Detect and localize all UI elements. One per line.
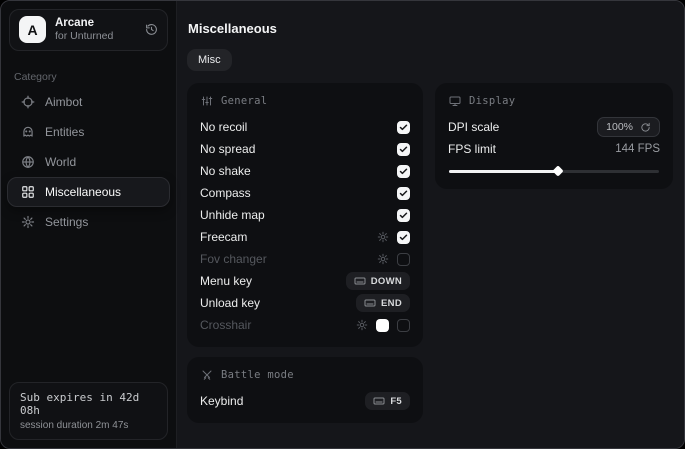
- unload-key-keybind[interactable]: END: [356, 294, 410, 312]
- freecam-gear-icon[interactable]: [377, 231, 389, 243]
- gear-icon: [21, 215, 35, 229]
- keyboard-icon: [354, 275, 366, 287]
- sidebar-item-label: Miscellaneous: [45, 185, 121, 199]
- swords-icon: [201, 369, 213, 381]
- setting-row: DPI scale 100%: [448, 116, 660, 138]
- session-duration-text: session duration 2m 47s: [20, 420, 157, 431]
- entities-icon: [21, 125, 35, 139]
- setting-label: FPS limit: [448, 142, 496, 156]
- brand-name: Arcane: [55, 16, 136, 30]
- setting-label: No recoil: [200, 120, 247, 134]
- monitor-icon: [449, 95, 461, 107]
- crosshair-checkbox[interactable]: [397, 319, 410, 332]
- compass-checkbox[interactable]: [397, 187, 410, 200]
- setting-label: No spread: [200, 142, 255, 156]
- setting-row: No shake: [200, 160, 410, 182]
- grid-icon: [21, 185, 35, 199]
- fps-limit-slider[interactable]: [449, 167, 659, 176]
- setting-row: Crosshair: [200, 314, 410, 336]
- menu-key-keybind[interactable]: DOWN: [346, 272, 410, 290]
- history-icon[interactable]: [145, 23, 158, 36]
- setting-row: Unload key END: [200, 292, 410, 314]
- setting-label: Compass: [200, 186, 251, 200]
- setting-row: Compass: [200, 182, 410, 204]
- brand-subtitle: for Unturned: [55, 30, 136, 43]
- setting-label: Unhide map: [200, 208, 265, 222]
- setting-row: Keybind F5: [200, 390, 410, 412]
- setting-row: No spread: [200, 138, 410, 160]
- sidebar-item-label: Aimbot: [45, 95, 82, 109]
- sidebar-item-label: Entities: [45, 125, 84, 139]
- crosshair-color-swatch[interactable]: [376, 319, 389, 332]
- fps-limit-value: 144 FPS: [615, 143, 660, 155]
- avatar: A: [19, 16, 46, 43]
- crosshair-icon: [21, 95, 35, 109]
- sliders-icon: [201, 95, 213, 107]
- app-window: A Arcane for Unturned Category: [0, 0, 685, 449]
- general-card: General No recoil No spread No shake: [187, 83, 423, 347]
- globe-icon: [21, 155, 35, 169]
- sidebar-item-miscellaneous[interactable]: Miscellaneous: [7, 177, 170, 207]
- unhide-map-checkbox[interactable]: [397, 209, 410, 222]
- setting-row: Fov changer: [200, 248, 410, 270]
- sidebar-item-settings[interactable]: Settings: [7, 207, 170, 237]
- refresh-icon[interactable]: [640, 122, 651, 133]
- card-title: General: [221, 95, 267, 107]
- category-nav: Aimbot Entities World: [1, 87, 176, 237]
- no-shake-checkbox[interactable]: [397, 165, 410, 178]
- slider-fill: [449, 170, 558, 173]
- freecam-checkbox[interactable]: [397, 231, 410, 244]
- page-title: Miscellaneous: [188, 21, 673, 36]
- keybind-value: END: [381, 298, 402, 309]
- setting-row: FPS limit 144 FPS: [448, 138, 660, 160]
- setting-label: Menu key: [200, 274, 252, 288]
- setting-label: Fov changer: [200, 252, 267, 266]
- setting-row: Unhide map: [200, 204, 410, 226]
- battle-mode-card: Battle mode Keybind F5: [187, 357, 423, 423]
- sidebar-item-entities[interactable]: Entities: [7, 117, 170, 147]
- slider-thumb[interactable]: [553, 165, 564, 176]
- no-recoil-checkbox[interactable]: [397, 121, 410, 134]
- battle-keybind[interactable]: F5: [365, 392, 410, 410]
- tab-bar: Misc: [187, 49, 673, 71]
- display-card: Display DPI scale 100%: [435, 83, 673, 189]
- keyboard-icon: [373, 395, 385, 407]
- setting-label: Keybind: [200, 394, 243, 408]
- card-title: Battle mode: [221, 369, 294, 381]
- setting-label: DPI scale: [448, 120, 499, 134]
- sub-expiry-text: Sub expires in 42d 08h: [20, 391, 157, 417]
- keyboard-icon: [364, 297, 376, 309]
- crosshair-gear-icon[interactable]: [356, 319, 368, 331]
- main-panel: Miscellaneous Misc General: [177, 1, 685, 448]
- sidebar: A Arcane for Unturned Category: [1, 1, 177, 448]
- category-label: Category: [14, 71, 176, 83]
- keybind-value: DOWN: [371, 276, 402, 287]
- no-spread-checkbox[interactable]: [397, 143, 410, 156]
- subscription-card: Sub expires in 42d 08h session duration …: [9, 382, 168, 440]
- setting-row: No recoil: [200, 116, 410, 138]
- brand-card: A Arcane for Unturned: [9, 9, 168, 51]
- fov-changer-checkbox[interactable]: [397, 253, 410, 266]
- tab-misc[interactable]: Misc: [187, 49, 232, 71]
- sidebar-item-world[interactable]: World: [7, 147, 170, 177]
- card-title: Display: [469, 95, 515, 107]
- setting-label: No shake: [200, 164, 251, 178]
- fov-changer-gear-icon[interactable]: [377, 253, 389, 265]
- dpi-scale-value: 100%: [606, 121, 633, 133]
- setting-row: Freecam: [200, 226, 410, 248]
- setting-label: Unload key: [200, 296, 260, 310]
- sidebar-item-aimbot[interactable]: Aimbot: [7, 87, 170, 117]
- setting-row: Menu key DOWN: [200, 270, 410, 292]
- setting-label: Freecam: [200, 230, 247, 244]
- keybind-value: F5: [390, 396, 402, 407]
- sidebar-item-label: Settings: [45, 215, 88, 229]
- dpi-scale-selector[interactable]: 100%: [597, 117, 660, 137]
- sidebar-item-label: World: [45, 155, 76, 169]
- setting-label: Crosshair: [200, 318, 251, 332]
